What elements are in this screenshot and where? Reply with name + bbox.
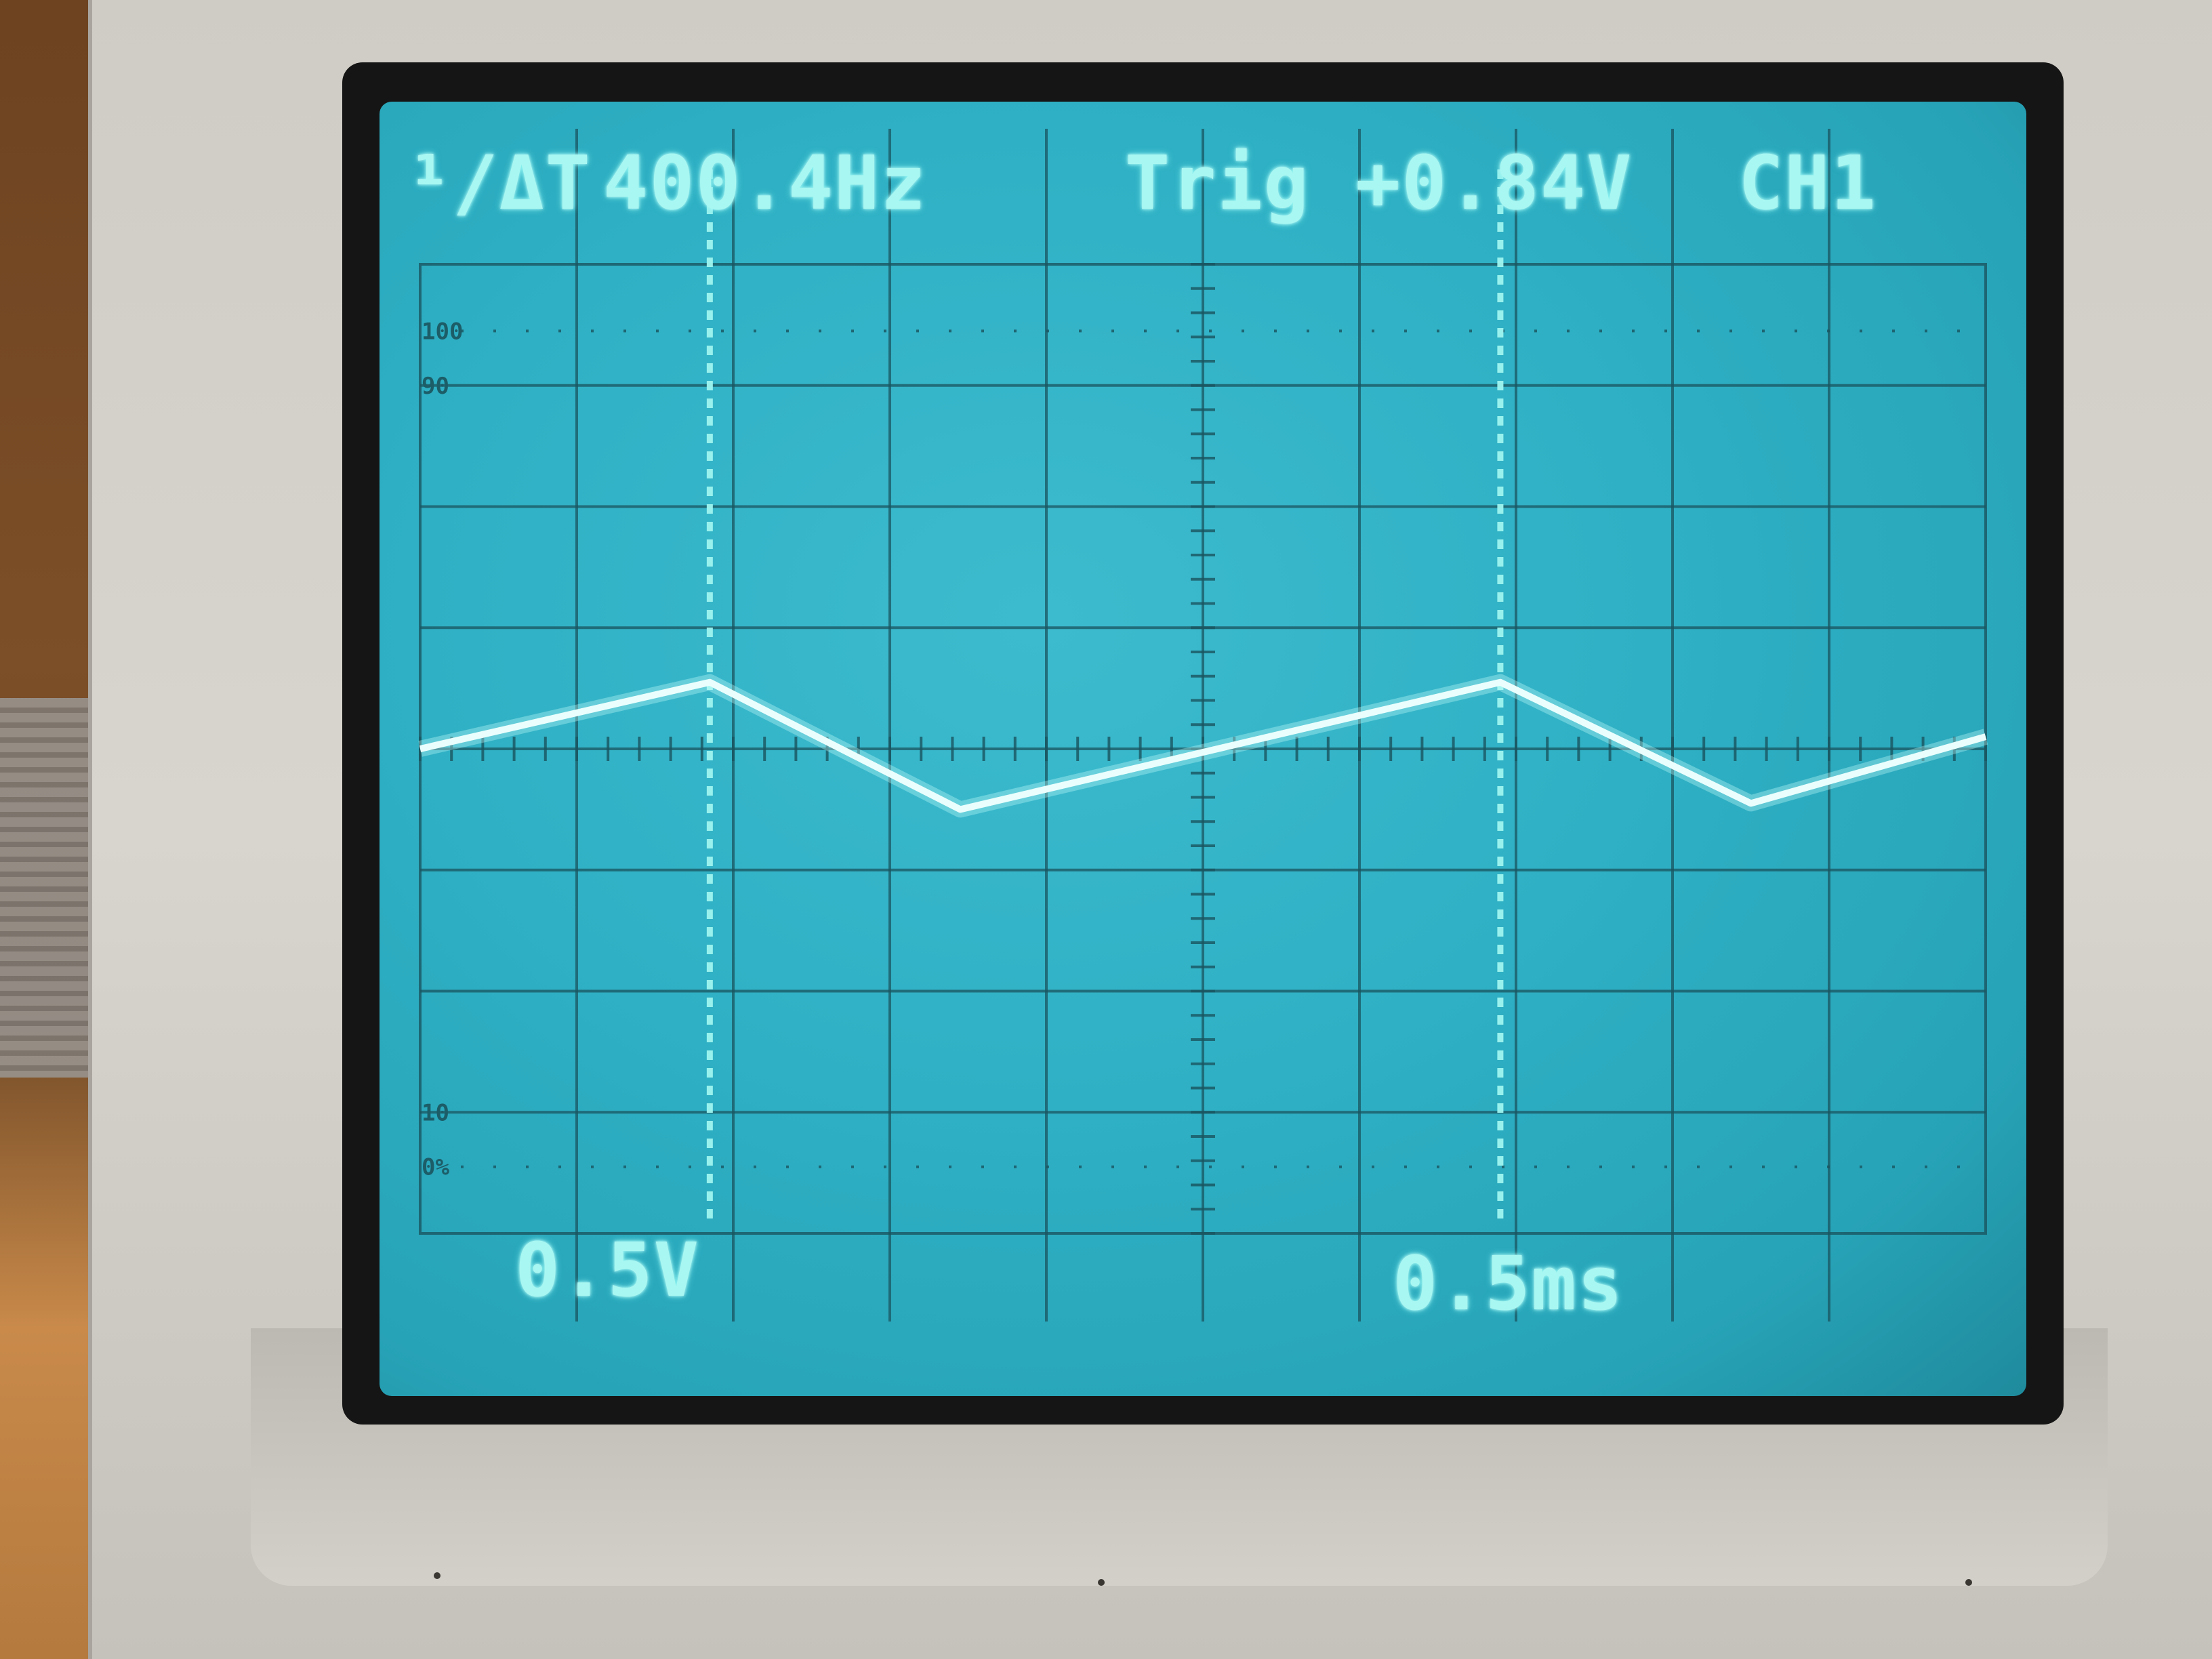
- bezel-screw: [434, 1572, 441, 1579]
- trigger-level-readout: +0.84V: [1355, 140, 1633, 226]
- frequency-readout: 400.4Hz: [603, 140, 927, 226]
- volts-per-division-readout: 0.5V: [515, 1227, 700, 1313]
- time-per-division-readout: 0.5ms: [1393, 1240, 1624, 1327]
- oscilloscope-graticule: 100 90 10 0%: [418, 129, 1988, 1322]
- bezel-screw: [1965, 1579, 1972, 1586]
- stacked-papers-background: [0, 698, 102, 1078]
- delta-t-readout: ¹/ΔT: [407, 140, 592, 226]
- bezel-screw: [1098, 1579, 1105, 1586]
- trigger-label: Trig: [1125, 140, 1310, 226]
- graticule-percent-label: 100: [422, 318, 463, 345]
- crt-screen: 100 90 10 0% ¹/ΔT 400.4Hz Trig +0.84V CH1 0…: [380, 102, 2026, 1396]
- graticule-percent-label: 0%: [422, 1154, 449, 1181]
- graticule-percent-label: 10: [422, 1099, 449, 1126]
- graticule-percent-label: 90: [422, 373, 449, 400]
- channel-readout: CH1: [1738, 140, 1877, 226]
